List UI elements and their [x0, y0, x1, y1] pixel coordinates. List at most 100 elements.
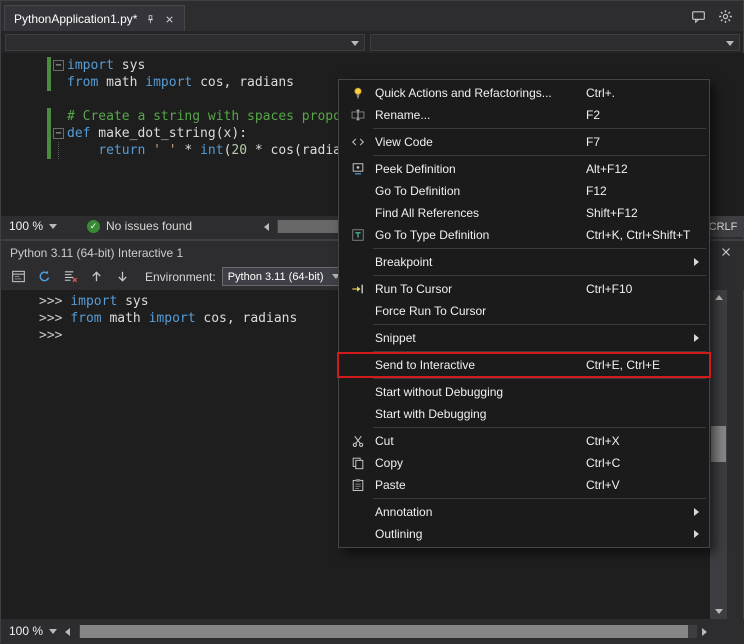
- editor-code-line: import sys: [1, 57, 744, 74]
- menu-item-force-run-to-cursor[interactable]: Force Run To Cursor: [339, 300, 709, 322]
- pin-icon[interactable]: [144, 13, 156, 25]
- menu-item-send-to-interactive[interactable]: Send to InteractiveCtrl+E, Ctrl+E: [339, 354, 709, 376]
- menu-item-paste[interactable]: PasteCtrl+V: [339, 474, 709, 496]
- menu-item-rename[interactable]: Rename...F2: [339, 104, 709, 126]
- menu-item-run-to-cursor[interactable]: Run To CursorCtrl+F10: [339, 278, 709, 300]
- code-token: sys: [117, 294, 148, 309]
- interactive-vertical-scrollbar[interactable]: [710, 290, 727, 619]
- no-icon: [347, 205, 369, 221]
- close-pane-icon[interactable]: [719, 245, 733, 259]
- fold-gutter: [51, 91, 67, 108]
- menu-item-label: Force Run To Cursor: [375, 304, 486, 318]
- menu-item-shortcut: Ctrl+K, Ctrl+Shift+T: [586, 228, 690, 242]
- menu-item-label: Snippet: [375, 331, 416, 345]
- menu-item-annotation[interactable]: Annotation: [339, 501, 709, 523]
- no-icon: [347, 303, 369, 319]
- code-token: import: [67, 58, 114, 73]
- navigation-dropdown-members[interactable]: [370, 34, 740, 51]
- interactive-horizontal-scrollbar[interactable]: [79, 625, 697, 638]
- scrollbar-thumb[interactable]: [80, 625, 688, 638]
- peek-definition-icon: [347, 161, 369, 177]
- menu-item-label: Start without Debugging: [375, 385, 503, 399]
- fold-collapse-icon[interactable]: [51, 125, 67, 142]
- tab-bar: PythonApplication1.py*: [1, 1, 743, 31]
- code-text: from math import cos, radians: [67, 74, 294, 91]
- code-token: cos, radians: [192, 75, 294, 90]
- menu-item-breakpoint[interactable]: Breakpoint: [339, 251, 709, 273]
- menu-item-cut[interactable]: CutCtrl+X: [339, 430, 709, 452]
- environment-label: Environment:: [145, 270, 216, 284]
- no-icon: [347, 526, 369, 542]
- interactive-status-bar: 100 %: [1, 619, 744, 644]
- no-icon: [347, 330, 369, 346]
- code-token: * cos(radia: [247, 143, 341, 158]
- no-icon: [347, 406, 369, 422]
- editor-zoom-control[interactable]: 100 %: [9, 219, 57, 233]
- code-text: import sys: [67, 57, 145, 74]
- scroll-down-button[interactable]: [710, 604, 727, 619]
- interactive-options-icon[interactable]: [9, 268, 27, 286]
- navigation-dropdown-types[interactable]: [5, 34, 365, 51]
- chevron-down-icon: [351, 41, 359, 46]
- scroll-left-button[interactable]: [264, 223, 269, 231]
- window-icons: [691, 9, 733, 24]
- menu-item-shortcut: F12: [586, 184, 607, 198]
- menu-item-label: Quick Actions and Refactorings...: [375, 86, 552, 100]
- menu-item-shortcut: Ctrl+V: [586, 478, 620, 492]
- reset-icon[interactable]: [35, 268, 53, 286]
- menu-item-start-without-debugging[interactable]: Start without Debugging: [339, 381, 709, 403]
- menu-item-label: Go To Definition: [375, 184, 460, 198]
- lightbulb-icon: [347, 85, 369, 101]
- editor-zoom-value: 100 %: [9, 219, 43, 233]
- tab-pythonapplication1[interactable]: PythonApplication1.py*: [4, 5, 185, 32]
- menu-item-label: Copy: [375, 456, 403, 470]
- code-token: cos, radians: [196, 311, 298, 326]
- view-code-icon: [347, 134, 369, 150]
- scrollbar-thumb[interactable]: [711, 426, 726, 462]
- paste-icon: [347, 477, 369, 493]
- menu-item-copy[interactable]: CopyCtrl+C: [339, 452, 709, 474]
- issues-text: No issues found: [106, 219, 192, 233]
- menu-item-shortcut: Ctrl+F10: [586, 282, 632, 296]
- menu-item-snippet[interactable]: Snippet: [339, 327, 709, 349]
- menu-item-shortcut: F7: [586, 135, 600, 149]
- no-icon: [347, 183, 369, 199]
- menu-item-label: Cut: [375, 434, 394, 448]
- environment-dropdown[interactable]: Python 3.11 (64-bit): [222, 267, 346, 286]
- history-next-icon[interactable]: [113, 268, 131, 286]
- history-previous-icon[interactable]: [87, 268, 105, 286]
- fold-collapse-icon[interactable]: [51, 57, 67, 74]
- navigation-bar: [1, 31, 743, 53]
- menu-separator: [373, 275, 706, 276]
- scroll-left-button[interactable]: [65, 628, 70, 636]
- tab-title: PythonApplication1.py*: [14, 12, 137, 26]
- menu-separator: [373, 128, 706, 129]
- console-prompt: >>>: [39, 294, 70, 309]
- menu-item-view-code[interactable]: View CodeF7: [339, 131, 709, 153]
- interactive-zoom-control[interactable]: 100 %: [9, 624, 57, 638]
- copy-icon: [347, 455, 369, 471]
- console-prompt: >>>: [39, 311, 70, 326]
- scroll-up-button[interactable]: [710, 290, 727, 305]
- menu-item-go-to-type-definition[interactable]: Go To Type DefinitionCtrl+K, Ctrl+Shift+…: [339, 224, 709, 246]
- run-to-cursor-icon: [347, 281, 369, 297]
- clear-screen-icon[interactable]: [61, 268, 79, 286]
- scroll-right-button[interactable]: [702, 628, 707, 636]
- menu-item-quick-actions-and-refactorings[interactable]: Quick Actions and Refactorings...Ctrl+.: [339, 82, 709, 104]
- menu-item-peek-definition[interactable]: Peek DefinitionAlt+F12: [339, 158, 709, 180]
- code-token: [67, 143, 98, 158]
- close-tab-icon[interactable]: [163, 13, 175, 25]
- menu-item-go-to-definition[interactable]: Go To Definition F12: [339, 180, 709, 202]
- menu-item-outlining[interactable]: Outlining: [339, 523, 709, 545]
- menu-item-label: Annotation: [375, 505, 432, 519]
- menu-item-label: Rename...: [375, 108, 430, 122]
- settings-gear-icon[interactable]: [718, 9, 733, 24]
- menu-item-label: Find All References: [375, 206, 479, 220]
- menu-item-start-with-debugging[interactable]: Start with Debugging: [339, 403, 709, 425]
- menu-separator: [373, 324, 706, 325]
- menu-item-find-all-references[interactable]: Find All ReferencesShift+F12: [339, 202, 709, 224]
- issues-indicator[interactable]: No issues found: [87, 219, 192, 233]
- code-token: from: [70, 311, 101, 326]
- feedback-icon[interactable]: [691, 9, 706, 24]
- code-token: sys: [114, 58, 145, 73]
